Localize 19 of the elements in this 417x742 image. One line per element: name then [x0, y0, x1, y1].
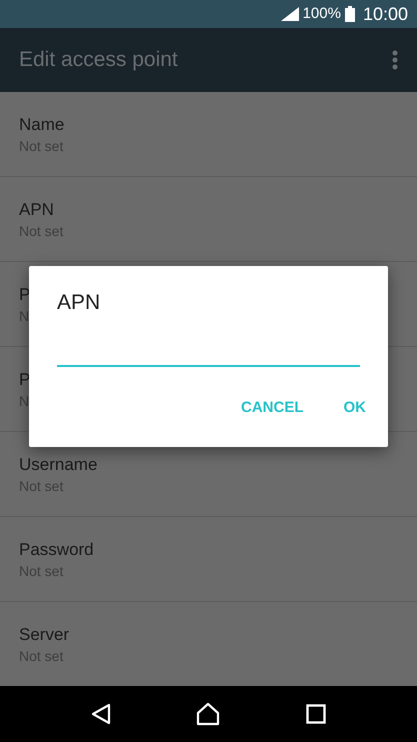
home-icon[interactable] [196, 702, 220, 726]
dialog-button[interactable]: CANCEL [233, 391, 312, 426]
screen-title: Edit access point [19, 47, 178, 74]
setting-label: Server [19, 624, 70, 646]
setting-label: P [19, 284, 30, 306]
setting-label: Password [19, 539, 94, 561]
setting-label: P [19, 369, 30, 391]
recent-apps-icon[interactable] [306, 704, 326, 724]
signal-icon [280, 7, 299, 21]
dialog-title: APN [57, 290, 102, 316]
battery-percentage: 100% [302, 4, 341, 24]
setting-label: Name [19, 114, 64, 136]
battery-icon [344, 6, 355, 22]
setting-label: APN [19, 199, 54, 221]
back-icon[interactable] [90, 703, 111, 725]
setting-label: Username [19, 454, 98, 476]
more-options-icon[interactable] [392, 50, 398, 70]
dialog-button[interactable]: OK [336, 391, 374, 426]
clock: 10:00 [362, 2, 408, 26]
